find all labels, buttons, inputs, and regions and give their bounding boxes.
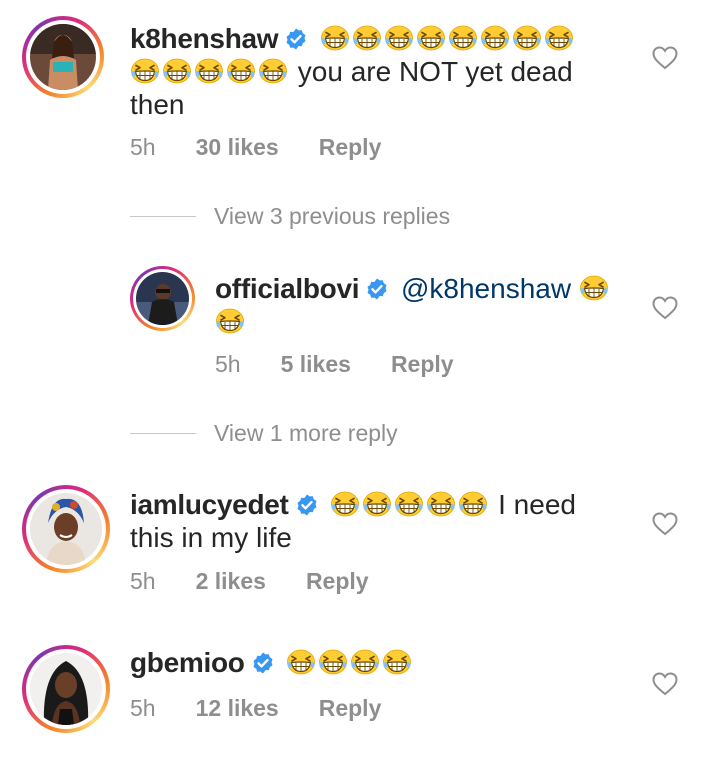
view-replies-label: View 3 previous replies	[214, 203, 451, 229]
grinning-squinting-face-emoji-icon	[350, 649, 380, 675]
likes-count[interactable]: 2 likes	[196, 568, 266, 595]
grinning-squinting-face-emoji-icon	[394, 491, 424, 517]
username[interactable]: gbemioo	[130, 647, 245, 678]
view-more-replies[interactable]: View 1 more reply	[130, 420, 398, 447]
reply-button[interactable]: Reply	[306, 568, 369, 595]
grinning-squinting-face-emoji-icon	[258, 58, 288, 84]
grinning-squinting-face-emoji-icon	[458, 491, 488, 517]
comment-meta: 5h 5 likes Reply	[215, 351, 454, 378]
grinning-squinting-face-emoji-icon	[544, 25, 574, 51]
comment-meta: 5h 30 likes Reply	[130, 134, 381, 161]
timestamp: 5h	[130, 134, 156, 160]
username[interactable]: officialbovi	[215, 273, 360, 304]
comment-body: k8henshaw you are NOT yet dead then	[130, 22, 650, 121]
comment-body: officialbovi @k8henshaw	[215, 272, 635, 338]
view-previous-replies[interactable]: View 3 previous replies	[130, 203, 450, 230]
reply-button[interactable]: Reply	[391, 351, 454, 378]
likes-count[interactable]: 30 likes	[196, 134, 279, 161]
grinning-squinting-face-emoji-icon	[226, 58, 256, 84]
view-replies-label: View 1 more reply	[214, 420, 398, 446]
username[interactable]: k8henshaw	[130, 23, 279, 54]
timestamp: 5h	[130, 695, 156, 721]
emoji-row	[286, 647, 414, 678]
grinning-squinting-face-emoji-icon	[352, 25, 382, 51]
grinning-squinting-face-emoji-icon	[416, 25, 446, 51]
avatar[interactable]	[22, 16, 104, 98]
verified-badge-icon	[365, 277, 389, 301]
comment-body: gbemioo	[130, 646, 650, 679]
avatar[interactable]	[130, 266, 195, 331]
verified-badge-icon	[284, 27, 308, 51]
grinning-squinting-face-emoji-icon	[579, 275, 609, 301]
divider-line	[130, 433, 196, 434]
comment-text: I need	[498, 489, 576, 520]
timestamp: 5h	[215, 351, 241, 377]
grinning-squinting-face-emoji-icon	[426, 491, 456, 517]
grinning-squinting-face-emoji-icon	[194, 58, 224, 84]
avatar[interactable]	[22, 485, 110, 573]
comment-text-continued: then	[130, 89, 185, 120]
username[interactable]: iamlucyedet	[130, 489, 289, 520]
grinning-squinting-face-emoji-icon	[215, 308, 245, 334]
likes-count[interactable]: 5 likes	[281, 351, 351, 378]
grinning-squinting-face-emoji-icon	[512, 25, 542, 51]
grinning-squinting-face-emoji-icon	[286, 649, 316, 675]
verified-badge-icon	[251, 651, 275, 675]
grinning-squinting-face-emoji-icon	[382, 649, 412, 675]
grinning-squinting-face-emoji-icon	[318, 649, 348, 675]
like-heart-icon[interactable]	[652, 672, 678, 696]
grinning-squinting-face-emoji-icon	[320, 25, 350, 51]
grinning-squinting-face-emoji-icon	[362, 491, 392, 517]
grinning-squinting-face-emoji-icon	[130, 58, 160, 84]
likes-count[interactable]: 12 likes	[196, 695, 279, 722]
emoji-row	[320, 23, 576, 54]
avatar[interactable]	[22, 645, 110, 733]
grinning-squinting-face-emoji-icon	[480, 25, 510, 51]
grinning-squinting-face-emoji-icon	[384, 25, 414, 51]
comment-text: you are NOT yet dead	[297, 56, 573, 87]
comment-body: iamlucyedet I need this in my life	[130, 488, 650, 554]
reply-button[interactable]: Reply	[319, 695, 382, 722]
grinning-squinting-face-emoji-icon	[162, 58, 192, 84]
like-heart-icon[interactable]	[652, 46, 678, 70]
grinning-squinting-face-emoji-icon	[448, 25, 478, 51]
grinning-squinting-face-emoji-icon	[330, 491, 360, 517]
timestamp: 5h	[130, 568, 156, 594]
comment-meta: 5h 2 likes Reply	[130, 568, 369, 595]
divider-line	[130, 216, 196, 217]
reply-button[interactable]: Reply	[319, 134, 382, 161]
verified-badge-icon	[295, 493, 319, 517]
emoji-row	[330, 489, 490, 520]
comment-meta: 5h 12 likes Reply	[130, 695, 381, 722]
like-heart-icon[interactable]	[652, 512, 678, 536]
comment-text-continued: this in my life	[130, 522, 292, 553]
mention-link[interactable]: @k8henshaw	[401, 273, 571, 304]
like-heart-icon[interactable]	[652, 296, 678, 320]
emoji-row	[130, 56, 290, 87]
